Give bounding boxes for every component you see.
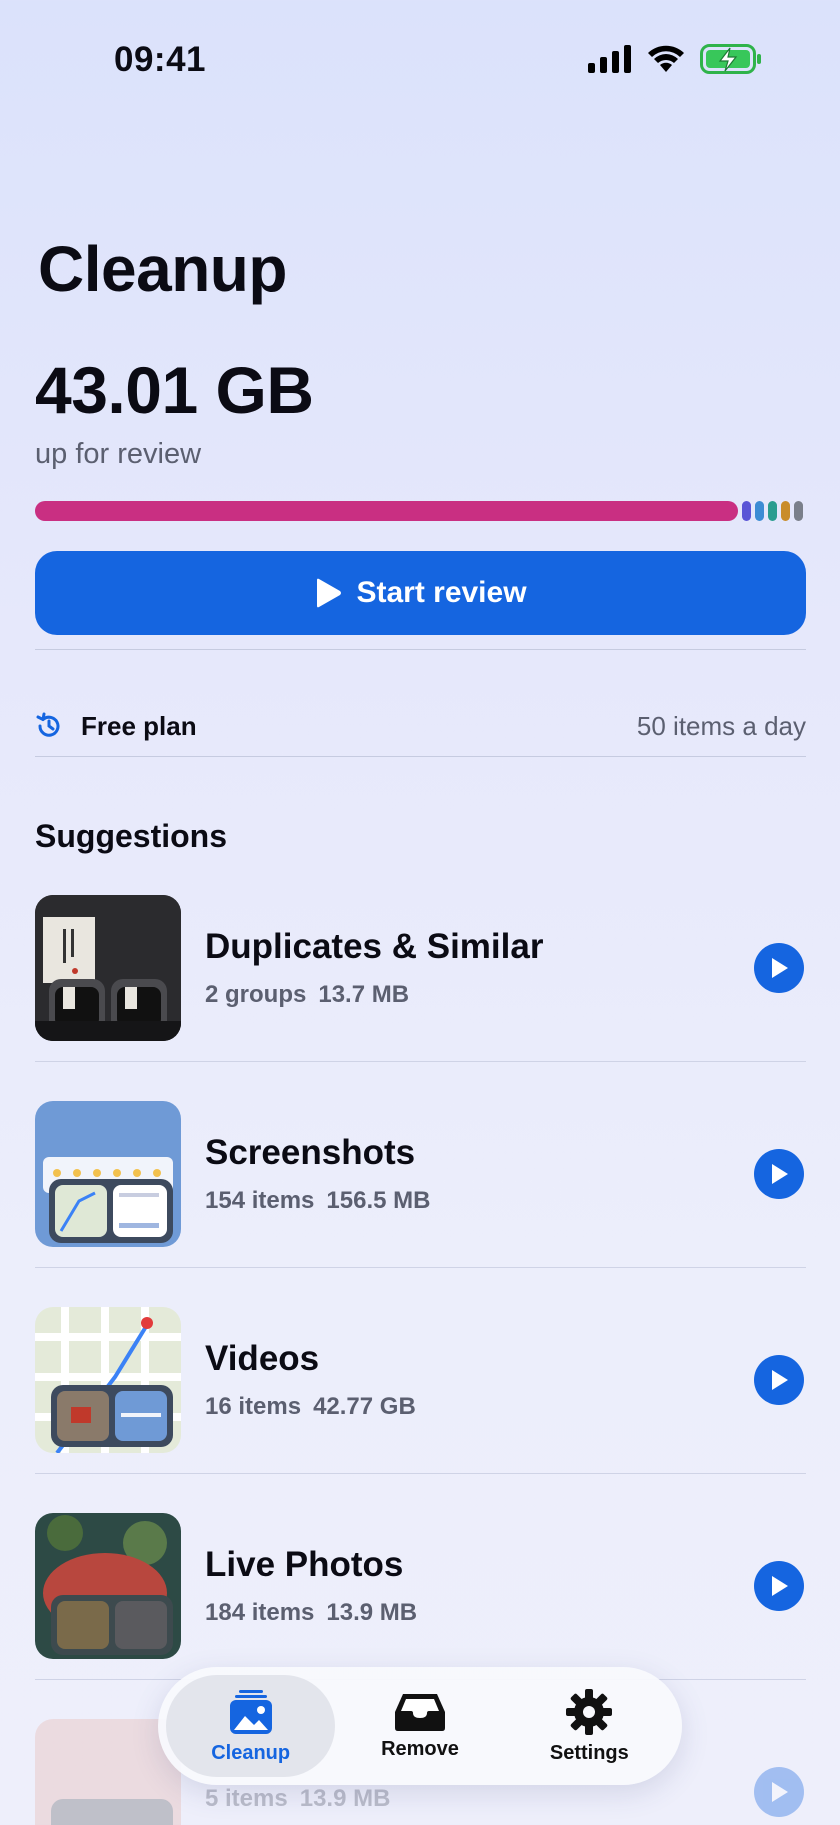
item-size: 13.9 MB — [326, 1599, 418, 1626]
suggestion-screenshots[interactable]: Screenshots 154 items 156.5 MB — [35, 1101, 806, 1247]
tab-settings[interactable]: Settings — [505, 1675, 674, 1777]
suggestion-duplicates[interactable]: Duplicates & Similar 2 groups 13.7 MB — [35, 895, 806, 1041]
signal-icon — [588, 45, 631, 73]
divider — [35, 756, 806, 757]
suggestion-live-photos[interactable]: Live Photos 184 items 13.9 MB — [35, 1513, 806, 1659]
usage-segment-5 — [781, 501, 790, 521]
start-review-button[interactable]: Start review — [35, 551, 806, 635]
total-size: 43.01 GB — [35, 353, 314, 427]
item-size: 42.77 GB — [313, 1393, 416, 1420]
play-icon — [772, 1782, 788, 1802]
suggestion-videos[interactable]: Videos 16 items 42.77 GB — [35, 1307, 806, 1453]
tab-cleanup[interactable]: Cleanup — [166, 1675, 336, 1777]
usage-segment-6 — [794, 501, 803, 521]
plan-label: Free plan — [81, 710, 197, 741]
item-count: 154 items — [205, 1187, 315, 1214]
row-divider — [35, 1473, 806, 1474]
item-count: 5 items — [205, 1785, 288, 1812]
history-icon — [36, 712, 60, 737]
tab-remove[interactable]: Remove — [335, 1675, 504, 1777]
usage-segment-3 — [755, 501, 764, 521]
item-title: Videos — [205, 1339, 320, 1378]
item-count: 184 items — [205, 1599, 315, 1626]
duplicates-thumbnail — [35, 895, 181, 1041]
item-title: Screenshots — [205, 1133, 416, 1172]
total-subtitle: up for review — [35, 438, 202, 470]
item-count: 16 items — [205, 1393, 302, 1420]
status-time: 09:41 — [114, 40, 207, 79]
videos-thumbnail — [35, 1307, 181, 1453]
item-title: Duplicates & Similar — [205, 927, 544, 966]
divider — [35, 649, 806, 650]
plan-row[interactable]: Free plan 50 items a day — [35, 703, 806, 749]
tab-label: Cleanup — [211, 1741, 291, 1764]
usage-segment-2 — [742, 501, 751, 521]
tab-bar: Cleanup Remove Settings — [158, 1667, 682, 1785]
play-button[interactable] — [754, 1355, 804, 1405]
start-review-label: Start review — [356, 576, 527, 609]
usage-segment-4 — [768, 501, 777, 521]
play-button[interactable] — [754, 1767, 804, 1817]
item-count: 2 groups — [205, 981, 307, 1008]
play-icon — [772, 1576, 788, 1596]
tab-label: Settings — [549, 1741, 629, 1764]
item-size: 13.7 MB — [318, 981, 410, 1008]
page-title: Cleanup — [38, 233, 287, 305]
live-photos-thumbnail — [35, 1513, 181, 1659]
status-icons — [588, 44, 762, 74]
play-button[interactable] — [754, 1561, 804, 1611]
tab-label: Remove — [381, 1737, 459, 1760]
storage-usage-bar — [35, 501, 806, 521]
usage-segment-videos — [35, 501, 738, 521]
photo-stack-icon — [229, 1689, 272, 1734]
plan-limit: 50 items a day — [636, 710, 806, 741]
tray-icon — [394, 1693, 445, 1731]
item-title: Live Photos — [205, 1545, 404, 1584]
item-size: 156.5 MB — [326, 1187, 431, 1214]
play-icon — [317, 578, 342, 608]
gear-icon — [566, 1688, 613, 1735]
item-size: 13.9 MB — [299, 1785, 391, 1812]
wifi-icon — [648, 45, 684, 72]
row-divider — [35, 1061, 806, 1062]
play-button[interactable] — [754, 943, 804, 993]
play-icon — [772, 1370, 788, 1390]
suggestions-title: Suggestions — [35, 818, 228, 854]
screenshots-thumbnail — [35, 1101, 181, 1247]
battery-charging-icon — [700, 44, 761, 74]
play-icon — [772, 958, 788, 978]
play-icon — [772, 1164, 788, 1184]
play-button[interactable] — [754, 1149, 804, 1199]
row-divider — [35, 1267, 806, 1268]
status-bar: 09:41 — [0, 0, 840, 120]
